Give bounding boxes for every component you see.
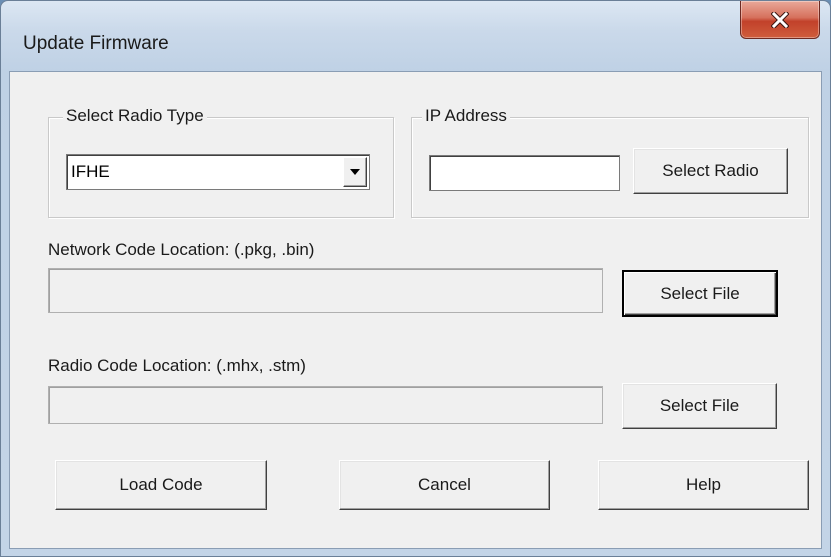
title-bar[interactable]: Update Firmware	[1, 1, 830, 71]
network-code-label: Network Code Location: (.pkg, .bin)	[48, 240, 315, 259]
ip-address-input[interactable]	[429, 155, 620, 191]
ip-address-group: IP Address Select Radio	[411, 106, 809, 218]
cancel-button[interactable]: Cancel	[339, 460, 550, 510]
help-button[interactable]: Help	[598, 460, 809, 510]
radio-code-label: Radio Code Location: (.mhx, .stm)	[48, 356, 306, 375]
ip-address-legend: IP Address	[422, 106, 510, 126]
chevron-down-icon	[349, 163, 361, 181]
network-code-path-field[interactable]	[48, 268, 603, 313]
radio-type-legend: Select Radio Type	[63, 106, 207, 126]
close-icon	[771, 11, 789, 28]
close-button[interactable]	[740, 1, 820, 39]
network-select-file-button[interactable]: Select File	[622, 270, 778, 317]
select-radio-button[interactable]: Select Radio	[633, 148, 788, 194]
radio-select-file-button[interactable]: Select File	[622, 383, 777, 429]
update-firmware-dialog: Update Firmware Select Radio Type IFHE I…	[0, 0, 831, 557]
radio-code-path-field[interactable]	[48, 386, 603, 424]
radio-type-value: IFHE	[71, 162, 110, 181]
window-title: Update Firmware	[23, 33, 169, 54]
dialog-client-area: Select Radio Type IFHE IP Address Select…	[9, 71, 822, 549]
radio-type-select[interactable]: IFHE	[66, 154, 370, 190]
dropdown-button[interactable]	[343, 157, 367, 187]
load-code-button[interactable]: Load Code	[55, 460, 267, 510]
radio-type-group: Select Radio Type IFHE	[48, 106, 394, 218]
